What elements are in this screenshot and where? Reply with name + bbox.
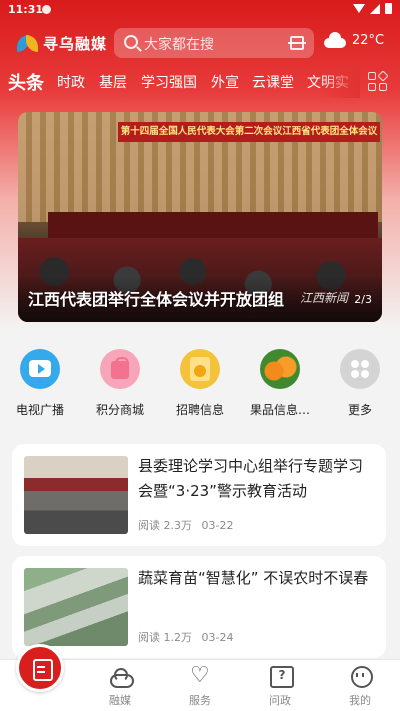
news-title: 县委理论学习中心组举行专题学习会暨“3·23”警示教育活动	[138, 457, 364, 500]
wifi-icon	[353, 4, 365, 13]
fruit-icon	[260, 349, 300, 389]
channel-tabs: 头条 时政 基层 学习强国 外宣 云课堂 文明实	[0, 66, 400, 98]
quick-nav-label: 果品信息…	[249, 403, 310, 417]
banner-watermark: 江西新闻	[299, 291, 348, 305]
question-icon	[269, 666, 294, 688]
cloud-icon	[322, 32, 346, 48]
shopping-bag-icon	[100, 349, 140, 389]
tab-grassroots[interactable]: 基层	[99, 72, 127, 92]
news-card[interactable]: 蔬菜育苗“智慧化” 不误农时不误春 阅读 1.2万 03-24	[12, 556, 386, 658]
news-date: 03-24	[201, 631, 234, 644]
battery-icon	[385, 3, 392, 14]
channel-grid-icon[interactable]	[368, 70, 389, 92]
news-meta: 阅读 2.3万 03-22	[138, 517, 239, 533]
nav-label: 问政	[269, 694, 291, 707]
app-header: 寻乌融媒 大家都在搜 22°C	[0, 26, 400, 62]
nav-label: 服务	[189, 694, 211, 707]
home-news-button[interactable]	[16, 644, 64, 692]
cloud-icon	[109, 666, 134, 688]
news-thumbnail	[24, 568, 128, 646]
status-icons	[353, 3, 392, 14]
quick-nav-label: 积分商城	[95, 403, 144, 417]
tab-headlines[interactable]: 头条	[8, 69, 44, 95]
nav-mine[interactable]: 我的	[320, 666, 400, 708]
tab-external[interactable]: 外宣	[211, 72, 239, 92]
quick-nav-mall[interactable]: 积分商城	[82, 344, 158, 418]
temperature: 22°C	[352, 32, 385, 48]
tab-study[interactable]: 学习强国	[141, 72, 197, 92]
news-thumbnail	[24, 456, 128, 534]
news-date: 03-22	[201, 519, 234, 532]
nav-service[interactable]: 服务	[160, 663, 240, 708]
search-icon	[124, 35, 138, 49]
news-reads: 阅读 2.3万	[138, 519, 192, 532]
headline-banner[interactable]: 第十四届全国人民代表大会第二次会议江西省代表团全体会议 江西代表团举行全体会议并…	[18, 112, 382, 322]
heart-hands-icon	[189, 663, 211, 688]
weather-widget[interactable]: 22°C	[322, 32, 384, 48]
logo-icon	[16, 32, 40, 54]
notification-dot-icon	[42, 5, 51, 14]
tabs-fade	[320, 66, 360, 98]
search-placeholder: 大家都在搜	[144, 37, 214, 53]
status-bar: 11:31	[0, 0, 400, 20]
banner-page-indicator: 2/3	[354, 293, 372, 306]
news-reads: 阅读 1.2万	[138, 631, 192, 644]
quick-nav-jobs[interactable]: 招聘信息	[162, 344, 238, 418]
tab-cloud-class[interactable]: 云课堂	[252, 72, 294, 92]
quick-nav-fruit[interactable]: 果品信息…	[242, 344, 318, 418]
app-name: 寻乌融媒	[43, 34, 108, 53]
profile-icon	[349, 666, 373, 688]
nav-media[interactable]: 融媒	[80, 666, 160, 708]
signal-icon	[370, 3, 380, 14]
tv-play-icon	[20, 349, 60, 389]
news-meta: 阅读 1.2万 03-24	[138, 629, 239, 645]
banner-caption: 江西代表团举行全体会议并开放团组	[28, 290, 285, 309]
news-card[interactable]: 县委理论学习中心组举行专题学习会暨“3·23”警示教育活动 阅读 2.3万 03…	[12, 444, 386, 546]
job-icon	[180, 349, 220, 389]
status-time: 11:31	[8, 3, 44, 16]
tab-politics[interactable]: 时政	[57, 72, 85, 92]
search-input[interactable]: 大家都在搜	[114, 28, 314, 58]
quick-nav-label: 更多	[347, 403, 372, 417]
more-icon	[340, 349, 380, 389]
nav-ask[interactable]: 问政	[240, 666, 320, 708]
nav-label: 我的	[349, 694, 371, 707]
app-logo: 寻乌融媒	[16, 32, 107, 54]
quick-nav: 电视广播 积分商城 招聘信息 果品信息… 更多	[0, 344, 400, 424]
bottom-nav: 融媒 服务 问政 我的	[0, 644, 400, 711]
quick-nav-label: 招聘信息	[175, 403, 224, 417]
quick-nav-more[interactable]: 更多	[322, 344, 398, 418]
nav-label: 融媒	[109, 694, 131, 707]
quick-nav-tv[interactable]: 电视广播	[2, 344, 78, 418]
scan-icon[interactable]	[288, 36, 306, 50]
quick-nav-label: 电视广播	[15, 403, 64, 417]
news-title: 蔬菜育苗“智慧化” 不误农时不误春	[138, 569, 369, 587]
banner-stage-title: 第十四届全国人民代表大会第二次会议江西省代表团全体会议	[118, 122, 380, 142]
